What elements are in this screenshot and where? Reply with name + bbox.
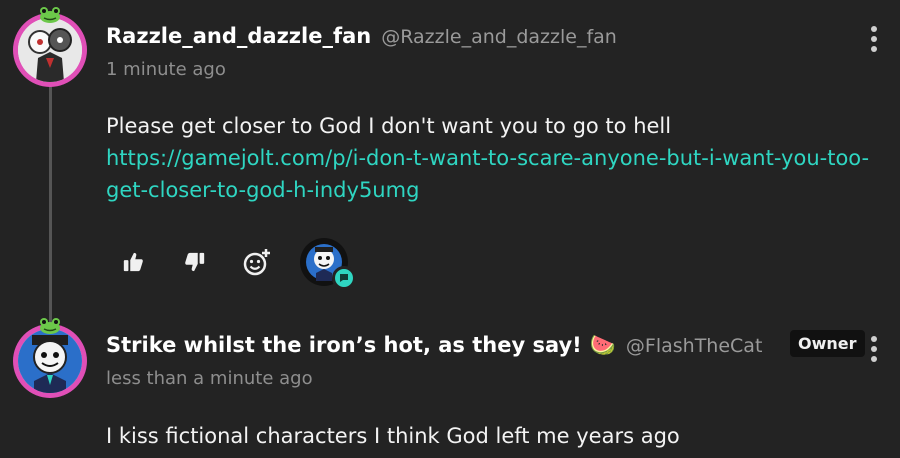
comment-text: Please get closer to God I don't want yo…	[106, 114, 672, 138]
avatar[interactable]	[13, 318, 87, 398]
comment-timestamp[interactable]: 1 minute ago	[106, 59, 226, 80]
more-vertical-icon	[871, 336, 877, 342]
more-options-button[interactable]	[864, 334, 884, 364]
comment-link-line2: get-closer-to-god-h-indy5umg	[106, 178, 420, 202]
avatar[interactable]	[13, 7, 87, 87]
avatar-image	[18, 18, 82, 82]
like-button[interactable]	[110, 239, 156, 285]
comment-header: Razzle_and_dazzle_fan @Razzle_and_dazzle…	[106, 24, 617, 48]
author-handle[interactable]: @Razzle_and_dazzle_fan	[381, 26, 617, 48]
owner-badge: Owner	[790, 330, 865, 357]
comment-body: Please get closer to God I don't want yo…	[106, 110, 896, 206]
thumbs-up-icon	[123, 252, 143, 272]
add-reaction-icon	[243, 249, 270, 276]
frog-badge-icon	[40, 7, 60, 23]
comment-timestamp[interactable]: less than a minute ago	[106, 368, 313, 389]
author-name[interactable]: Strike whilst the iron’s hot, as they sa…	[106, 333, 582, 357]
comment-link[interactable]: https://gamejolt.com/p/i-don-t-want-to-s…	[106, 142, 896, 206]
comment-text: I kiss fictional characters I think God …	[106, 424, 680, 448]
comment-actions	[110, 238, 356, 290]
author-handle[interactable]: @FlashTheCat	[626, 335, 763, 357]
thread-connector-line	[49, 84, 52, 324]
author-name[interactable]: Razzle_and_dazzle_fan	[106, 24, 371, 48]
reply-avatar-button[interactable]	[300, 238, 356, 290]
add-reaction-button[interactable]	[234, 239, 280, 285]
more-vertical-icon	[871, 26, 877, 32]
watermelon-emoji: 🍉	[589, 333, 616, 357]
comment-header: Strike whilst the iron’s hot, as they sa…	[106, 333, 762, 358]
dislike-button[interactable]	[172, 239, 218, 285]
reply-count-badge	[332, 266, 356, 290]
thumbs-down-icon	[185, 252, 205, 272]
chat-bubble-icon	[340, 274, 348, 282]
comment-link-line1: https://gamejolt.com/p/i-don-t-want-to-s…	[106, 146, 870, 170]
comment-body: I kiss fictional characters I think God …	[106, 420, 896, 452]
avatar-image	[18, 329, 82, 393]
more-options-button[interactable]	[864, 24, 884, 54]
frog-badge-icon	[40, 318, 60, 334]
